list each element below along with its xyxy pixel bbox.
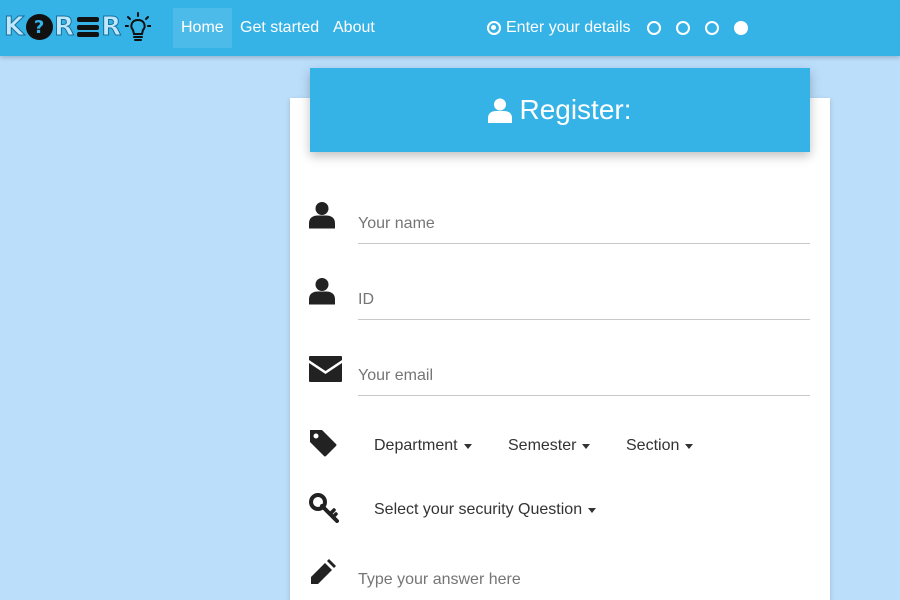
- register-title: Register:: [519, 94, 632, 125]
- step-1-dot: [487, 21, 501, 35]
- pencil-icon: [311, 559, 336, 584]
- logo-question-bubble: ?: [26, 14, 54, 40]
- lightbulb-icon: [125, 12, 152, 41]
- name-input[interactable]: Your name: [358, 204, 810, 244]
- current-step-label: Enter your details: [506, 19, 631, 36]
- department-dropdown[interactable]: Department: [374, 437, 472, 455]
- chevron-down-icon: [588, 507, 597, 513]
- logo-bars: [77, 17, 100, 37]
- security-question-label: Select your security Question: [374, 501, 583, 518]
- nav-about-link[interactable]: About: [325, 8, 383, 48]
- answer-input[interactable]: Type your answer here: [358, 560, 810, 600]
- tag-icon: [310, 430, 337, 457]
- logo-question-mark: ?: [33, 16, 46, 38]
- section-dropdown[interactable]: Section: [626, 437, 694, 455]
- chevron-down-icon: [685, 443, 694, 449]
- navbar: K ? R R Home Get started About Enter you…: [0, 0, 900, 56]
- security-question-dropdown[interactable]: Select your security Question: [374, 501, 597, 519]
- step-2-dot: [646, 21, 661, 35]
- step-5-dot: [733, 21, 748, 35]
- step-indicator: Enter your details: [487, 17, 748, 39]
- id-user-icon: [309, 278, 335, 305]
- key-icon: [309, 493, 339, 523]
- logo-letter-k: K: [3, 12, 26, 43]
- user-icon: [488, 98, 513, 123]
- logo-letter-r: R: [54, 12, 76, 43]
- step-4-dot: [704, 21, 719, 35]
- envelope-icon: [309, 356, 342, 382]
- semester-label: Semester: [508, 437, 577, 454]
- user-icon: [309, 202, 335, 229]
- nav-get-started-link[interactable]: Get started: [232, 8, 327, 48]
- step-3-dot: [675, 21, 690, 35]
- id-input[interactable]: ID: [358, 280, 810, 320]
- semester-dropdown[interactable]: Semester: [508, 437, 591, 455]
- department-label: Department: [374, 437, 458, 454]
- section-label: Section: [626, 437, 680, 454]
- register-header: Register:: [310, 68, 810, 152]
- nav-home-link[interactable]: Home: [173, 8, 232, 48]
- register-card: [290, 98, 830, 600]
- email-input[interactable]: Your email: [358, 356, 810, 396]
- chevron-down-icon: [582, 443, 591, 449]
- brand-logo[interactable]: K ? R R: [3, 10, 152, 44]
- logo-letter-r-2: R: [101, 12, 123, 43]
- chevron-down-icon: [463, 443, 472, 449]
